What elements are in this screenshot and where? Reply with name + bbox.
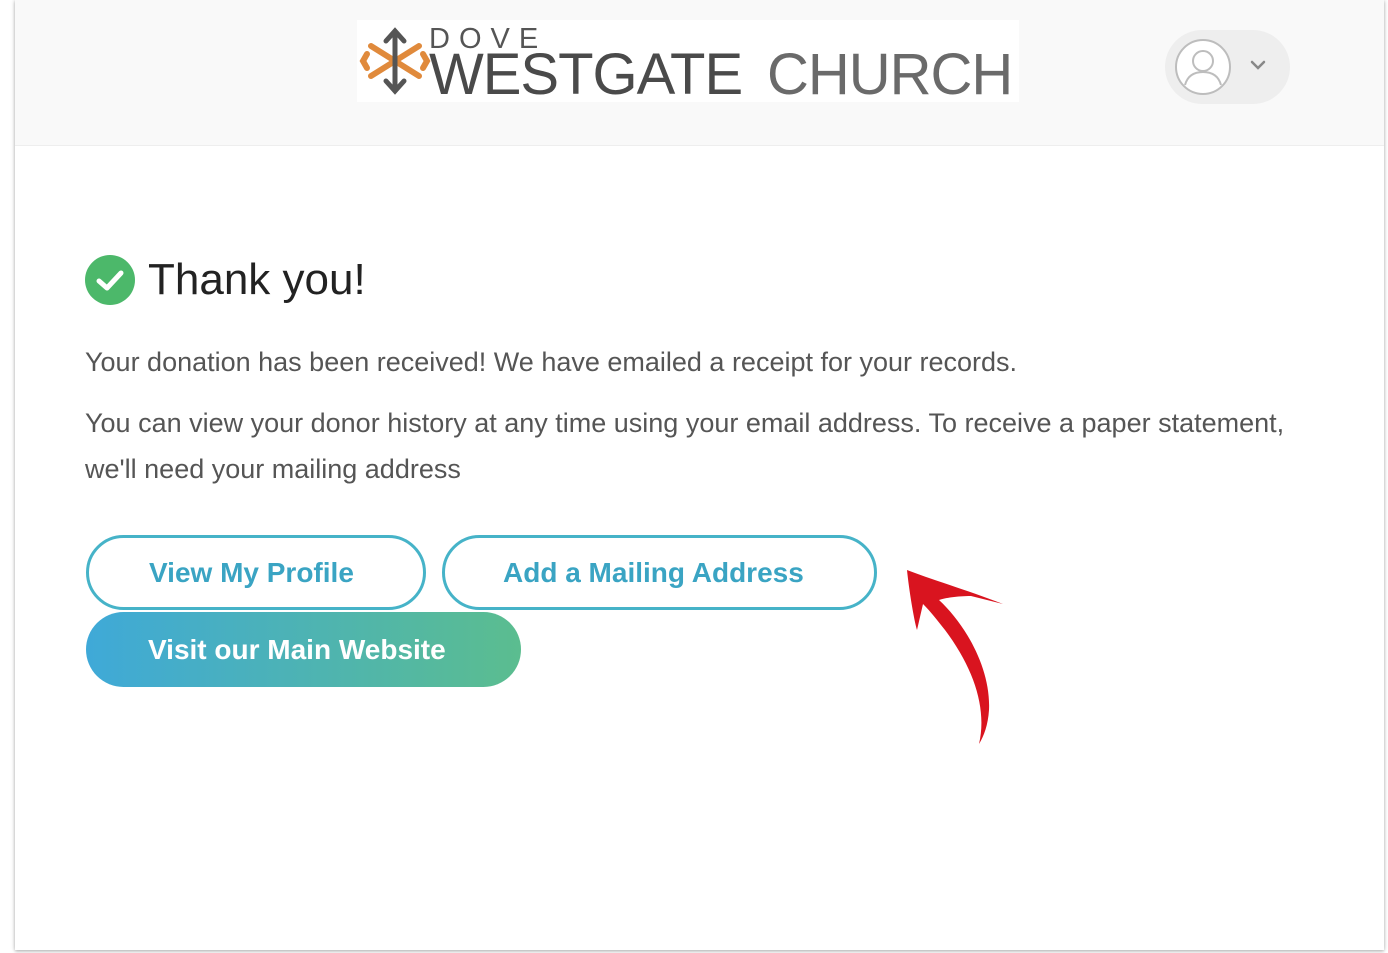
site-header: DOVE WESTGATE CHURCH [15,0,1384,146]
view-my-profile-button[interactable]: View My Profile [86,535,426,610]
donor-history-text: You can view your donor history at any t… [85,408,1285,484]
logo-westgate-text: WESTGATE [429,42,743,107]
add-mailing-address-button[interactable]: Add a Mailing Address [442,535,877,610]
page-title: Thank you! [148,255,366,304]
church-logo[interactable]: DOVE WESTGATE CHURCH [357,20,1019,107]
check-circle-icon [85,255,135,305]
logo-church-text: CHURCH [767,42,1013,107]
user-menu-button[interactable] [1165,30,1290,104]
annotation-arrow-icon [907,570,1003,744]
donation-received-text: Your donation has been received! We have… [85,347,1018,377]
user-avatar-icon [1175,39,1231,95]
visit-main-website-button[interactable]: Visit our Main Website [86,612,521,687]
dove-cross-logo-icon [359,27,431,95]
chevron-down-icon [1250,60,1266,70]
page-frame: DOVE WESTGATE CHURCH Thank you! Your don… [15,0,1384,950]
